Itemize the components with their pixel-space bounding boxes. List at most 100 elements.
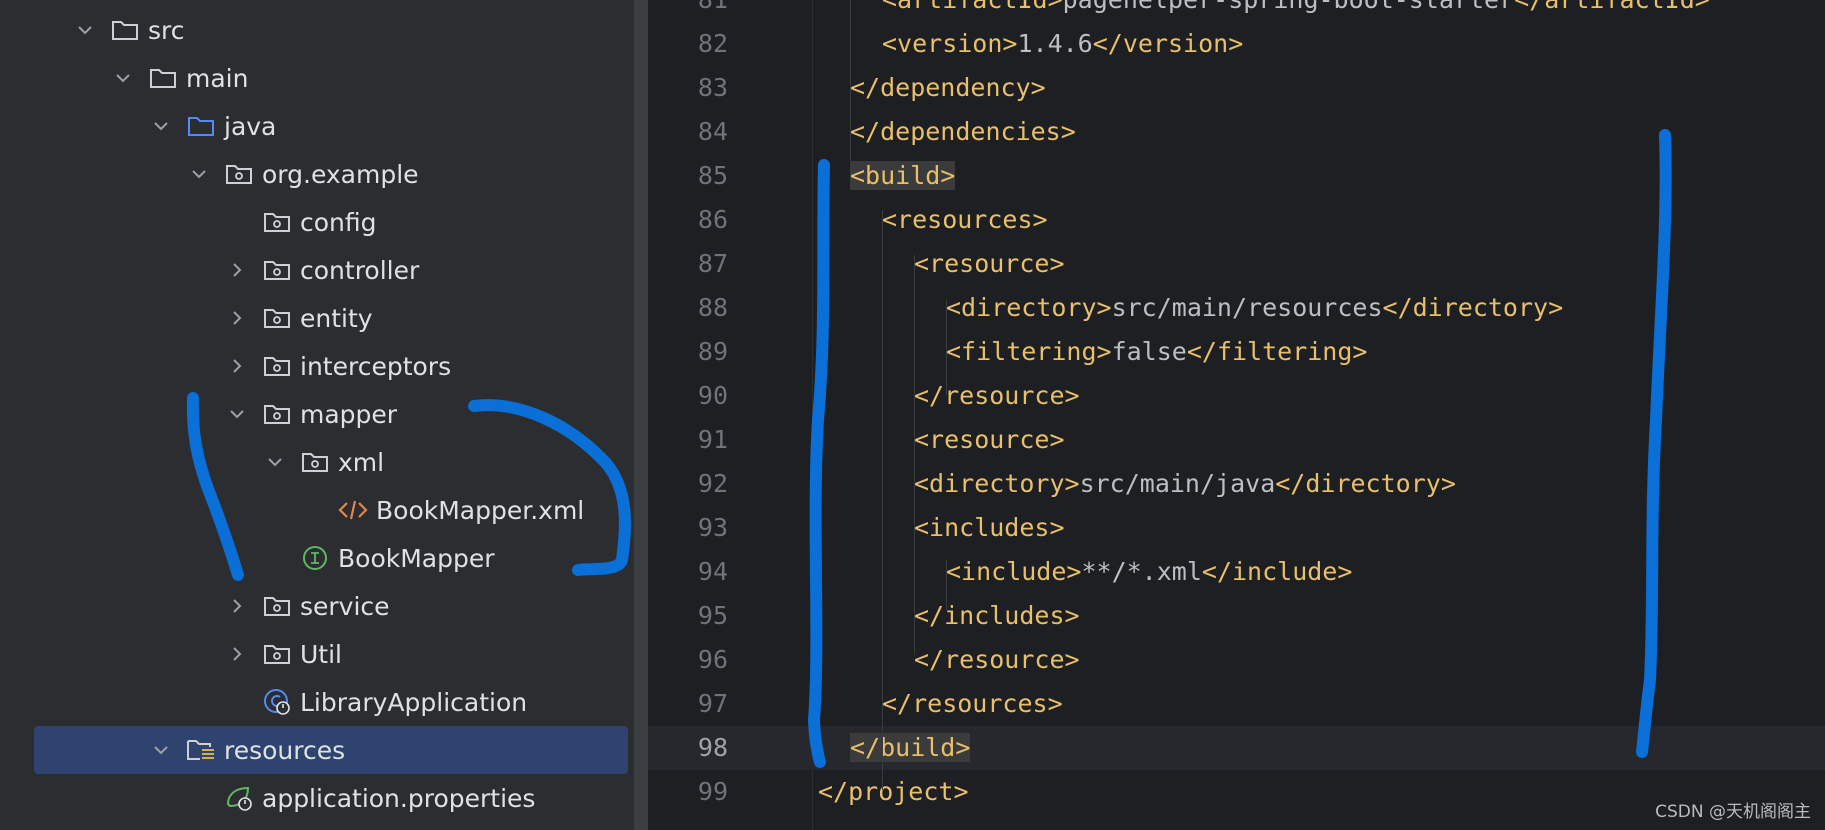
chevron-down-icon[interactable] <box>74 19 96 41</box>
code-text: </resource> <box>914 374 1080 418</box>
chevron-down-icon[interactable] <box>150 739 172 761</box>
folder-icon <box>110 15 140 45</box>
tree-item-entity[interactable]: entity <box>0 294 634 342</box>
line-number: 81 <box>648 0 728 22</box>
xml-text: pagehelper-spring-boot-starter <box>1063 0 1515 14</box>
code-line[interactable]: 94 <include>**/*.xml</include> <box>648 550 1825 594</box>
xml-tag: </resource> <box>914 645 1080 674</box>
resources-folder-icon <box>186 735 216 765</box>
tree-item-mapper[interactable]: mapper <box>0 390 634 438</box>
chevron-down-icon[interactable] <box>112 67 134 89</box>
chevron-right-icon[interactable] <box>226 259 248 281</box>
code-line[interactable]: 83 </dependency> <box>648 66 1825 110</box>
tree-item-xml[interactable]: xml <box>0 438 634 486</box>
line-number: 89 <box>697 337 728 366</box>
tree-item-service[interactable]: service <box>0 582 634 630</box>
code-line[interactable]: 81 <artifactId>pagehelper-spring-boot-sta… <box>648 0 1825 22</box>
panel-splitter[interactable] <box>634 0 648 830</box>
tree-item-org-example[interactable]: org.example <box>0 150 634 198</box>
line-number: 98 <box>697 733 728 762</box>
tree-item-libraryapplication[interactable]: LibraryApplication <box>0 678 634 726</box>
interface-icon <box>300 543 330 573</box>
line-number: 82 <box>697 29 728 58</box>
xml-tag: </filtering> <box>1186 337 1368 366</box>
xml-tag: </version> <box>1092 29 1244 58</box>
package-icon <box>224 159 254 189</box>
code-line[interactable]: 85 <build> <box>648 154 1825 198</box>
code-text: <resources> <box>882 198 1048 242</box>
source-folder-icon <box>186 111 216 141</box>
chevron-down-icon[interactable] <box>150 115 172 137</box>
tree-item-bookmapper[interactable]: BookMapper <box>0 534 634 582</box>
tree-item-label: application.properties <box>262 783 536 813</box>
code-line[interactable]: 96 </resource> <box>648 638 1825 682</box>
xml-tag: </include> <box>1201 557 1353 586</box>
code-line[interactable]: 92 <directory>src/main/java</directory> <box>648 462 1825 506</box>
code-text: <directory>src/main/resources</directory… <box>946 286 1563 330</box>
package-icon <box>262 207 292 237</box>
code-line[interactable]: 89 <filtering>false</filtering> <box>648 330 1825 374</box>
chevron-right-icon[interactable] <box>226 355 248 377</box>
tree-item-controller[interactable]: controller <box>0 246 634 294</box>
xml-tag: </artifactId> <box>1514 0 1710 14</box>
line-number: 99 <box>697 777 728 806</box>
package-icon <box>262 255 292 285</box>
tree-item-label: interceptors <box>300 351 452 381</box>
code-line[interactable]: 91 <resource> <box>648 418 1825 462</box>
code-line[interactable]: 93 <includes> <box>648 506 1825 550</box>
tree-item-application-properties[interactable]: application.properties <box>0 774 634 822</box>
code-line[interactable]: 84 </dependencies> <box>648 110 1825 154</box>
indent-guide <box>882 210 883 790</box>
code-line[interactable]: 88 <directory>src/main/resources</directo… <box>648 286 1825 330</box>
tree-item-resources[interactable]: resources <box>0 726 634 774</box>
tree-item-label: BookMapper.xml <box>376 495 585 525</box>
indent-guide <box>850 0 851 170</box>
tree-item-bookmapper-xml[interactable]: BookMapper.xml <box>0 486 634 534</box>
code-text: </resource> <box>914 638 1080 682</box>
chevron-down-icon[interactable] <box>188 163 210 185</box>
code-line[interactable]: 98 </build> <box>648 726 1825 770</box>
chevron-down-icon[interactable] <box>226 403 248 425</box>
line-number: 94 <box>697 557 728 586</box>
tree-item-label: LibraryApplication <box>300 687 528 717</box>
code-line[interactable]: 82 <version>1.4.6</version> <box>648 22 1825 66</box>
chevron-right-icon[interactable] <box>226 307 248 329</box>
tree-item-util[interactable]: Util <box>0 630 634 678</box>
tree-item-label: mapper <box>300 399 398 429</box>
tree-item-label: src <box>148 15 185 45</box>
watermark: CSDN @天机阁阁主 <box>1655 802 1811 822</box>
chevron-right-icon[interactable] <box>226 595 248 617</box>
package-icon <box>262 399 292 429</box>
xml-tag: </dependencies> <box>850 117 1076 146</box>
xml-tag: <includes> <box>914 513 1065 542</box>
code-line[interactable]: 86 <resources> <box>648 198 1825 242</box>
code-text: <includes> <box>914 506 1065 550</box>
code-text: <include>**/*.xml</include> <box>946 550 1352 594</box>
line-number: 90 <box>697 381 728 410</box>
xml-tag: </dependency> <box>850 73 1046 102</box>
code-editor[interactable]: 81 <artifactId>pagehelper-spring-boot-sta… <box>648 0 1825 830</box>
tree-item-label: entity <box>300 303 373 333</box>
code-line[interactable]: 95 </includes> <box>648 594 1825 638</box>
code-line[interactable]: 97 </resources> <box>648 682 1825 726</box>
code-text: </resources> <box>882 682 1063 726</box>
tree-item-config[interactable]: config <box>0 198 634 246</box>
tree-item-interceptors[interactable]: interceptors <box>0 342 634 390</box>
indent-guide <box>946 300 947 395</box>
code-line[interactable]: 99 </project> <box>648 770 1825 814</box>
package-icon <box>262 351 292 381</box>
spring-boot-class-icon <box>262 687 292 717</box>
line-number: 85 <box>697 161 728 190</box>
tree-item-java[interactable]: java <box>0 102 634 150</box>
line-number: 91 <box>697 425 728 454</box>
chevron-down-icon[interactable] <box>264 451 286 473</box>
line-number: 86 <box>697 205 728 234</box>
xml-text: 1.4.6 <box>1017 29 1093 58</box>
code-line[interactable]: 90 </resource> <box>648 374 1825 418</box>
xml-text: src/main/resources <box>1111 293 1383 322</box>
tree-item-src[interactable]: src <box>0 6 634 54</box>
tree-item-main[interactable]: main <box>0 54 634 102</box>
chevron-right-icon[interactable] <box>226 643 248 665</box>
code-line[interactable]: 87 <resource> <box>648 242 1825 286</box>
xml-tag: <resources> <box>882 205 1048 234</box>
